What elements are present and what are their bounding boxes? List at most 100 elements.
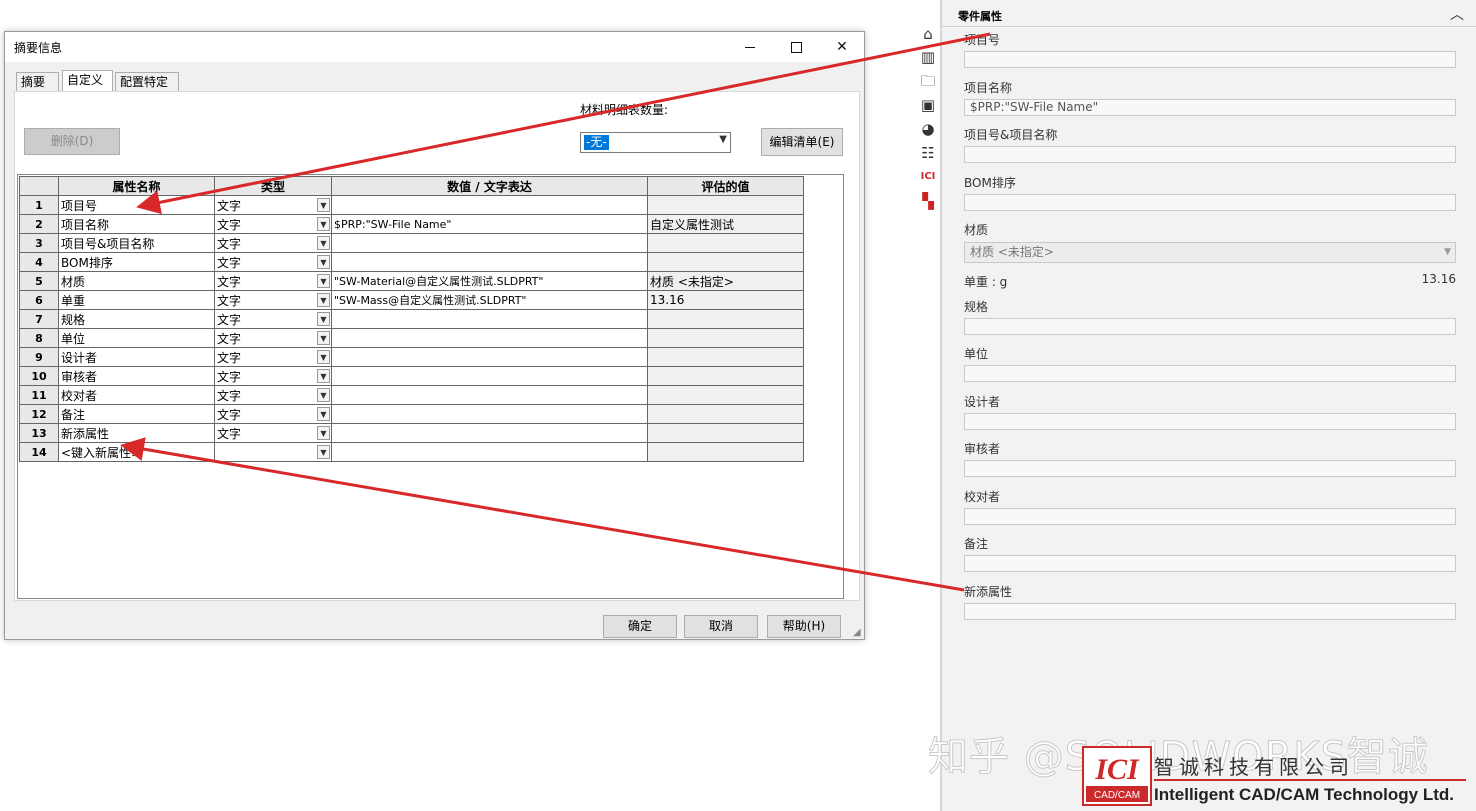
chevron-down-icon[interactable]: ▼ (317, 312, 330, 326)
row-number[interactable]: 12 (19, 404, 59, 424)
field-designer[interactable] (964, 413, 1456, 430)
property-name-cell[interactable]: 项目号 (58, 195, 215, 215)
chevron-down-icon[interactable]: ▼ (317, 331, 330, 345)
value-cell[interactable] (331, 385, 648, 405)
field-item-number[interactable] (964, 51, 1456, 68)
property-name-cell[interactable]: 新添属性 (58, 423, 215, 443)
minimize-button[interactable] (727, 32, 773, 62)
type-cell[interactable]: 文字 ▼ (214, 404, 332, 424)
type-cell[interactable]: 文字 ▼ (214, 214, 332, 234)
solidworks-forum-icon[interactable]: ▚ (917, 191, 939, 211)
type-cell[interactable]: 文字 ▼ (214, 423, 332, 443)
dialog-titlebar[interactable]: 摘要信息 ✕ (5, 32, 864, 62)
type-cell[interactable]: 文字 ▼ (214, 271, 332, 291)
property-name-cell[interactable]: <键入新属性> (58, 442, 215, 462)
bom-quantity-select[interactable]: -无- ▼ (580, 132, 731, 153)
row-number[interactable]: 6 (19, 290, 59, 310)
chevron-down-icon[interactable]: ▼ (317, 426, 330, 440)
corner-header[interactable] (19, 176, 59, 196)
property-name-cell[interactable]: 备注 (58, 404, 215, 424)
chevron-down-icon[interactable]: ▼ (317, 255, 330, 269)
chevron-down-icon[interactable]: ▼ (317, 293, 330, 307)
view-palette-icon[interactable]: ▣ (917, 95, 939, 115)
value-cell[interactable] (331, 233, 648, 253)
chevron-up-icon[interactable]: ︿ (1450, 4, 1464, 24)
tab-config-specific[interactable]: 配置特定 (115, 72, 179, 91)
chevron-down-icon[interactable]: ▼ (317, 217, 330, 231)
resize-grip-icon[interactable]: ◢ (853, 628, 863, 638)
value-cell[interactable]: "SW-Mass@自定义属性测试.SLDPRT" (331, 290, 648, 310)
tab-custom[interactable]: 自定义 (62, 70, 113, 91)
type-cell[interactable]: 文字 ▼ (214, 195, 332, 215)
type-cell[interactable]: 文字 ▼ (214, 385, 332, 405)
row-number[interactable]: 7 (19, 309, 59, 329)
ici-addin-icon[interactable]: ICI (917, 167, 939, 187)
field-bom-order[interactable] (964, 194, 1456, 211)
appearances-icon[interactable]: ◕ (917, 119, 939, 139)
type-cell[interactable]: 文字 ▼ (214, 290, 332, 310)
value-cell[interactable] (331, 252, 648, 272)
property-name-cell[interactable]: 项目号&项目名称 (58, 233, 215, 253)
ok-button[interactable]: 确定 (603, 615, 677, 638)
column-header-evaluated[interactable]: 评估的值 (647, 176, 804, 196)
column-header-property-name[interactable]: 属性名称 (58, 176, 215, 196)
row-number[interactable]: 9 (19, 347, 59, 367)
value-cell[interactable] (331, 328, 648, 348)
maximize-button[interactable] (773, 32, 819, 62)
row-number[interactable]: 5 (19, 271, 59, 291)
field-reviewer[interactable] (964, 460, 1456, 477)
field-unit[interactable] (964, 365, 1456, 382)
row-number[interactable]: 14 (19, 442, 59, 462)
property-name-cell[interactable]: 设计者 (58, 347, 215, 367)
value-cell[interactable]: $PRP:"SW-File Name" (331, 214, 648, 234)
value-cell[interactable] (331, 442, 648, 462)
row-number[interactable]: 2 (19, 214, 59, 234)
property-name-cell[interactable]: 项目名称 (58, 214, 215, 234)
value-cell[interactable] (331, 366, 648, 386)
field-item-name[interactable]: $PRP:"SW-File Name" (964, 99, 1456, 116)
value-cell[interactable] (331, 423, 648, 443)
panel-header[interactable]: 零件属性 ︿ (942, 0, 1476, 27)
chevron-down-icon[interactable]: ▼ (317, 198, 330, 212)
value-cell[interactable] (331, 195, 648, 215)
field-item-number-name[interactable] (964, 146, 1456, 163)
property-name-cell[interactable]: 单位 (58, 328, 215, 348)
home-icon[interactable]: ⌂ (917, 24, 939, 44)
value-cell[interactable] (331, 309, 648, 329)
row-number[interactable]: 8 (19, 328, 59, 348)
row-number[interactable]: 10 (19, 366, 59, 386)
row-number[interactable]: 3 (19, 233, 59, 253)
property-name-cell[interactable]: 审核者 (58, 366, 215, 386)
chevron-down-icon[interactable]: ▼ (317, 445, 330, 459)
type-cell[interactable]: ▼ (214, 442, 332, 462)
property-name-cell[interactable]: 材质 (58, 271, 215, 291)
type-cell[interactable]: 文字 ▼ (214, 309, 332, 329)
type-cell[interactable]: 文字 ▼ (214, 252, 332, 272)
property-name-cell[interactable]: 规格 (58, 309, 215, 329)
chevron-down-icon[interactable]: ▼ (317, 236, 330, 250)
close-button[interactable]: ✕ (819, 32, 865, 62)
delete-button[interactable]: 删除(D) (24, 128, 120, 155)
property-name-cell[interactable]: 单重 (58, 290, 215, 310)
row-number[interactable]: 13 (19, 423, 59, 443)
chevron-down-icon[interactable]: ▼ (317, 350, 330, 364)
field-new-property[interactable] (964, 603, 1456, 620)
value-cell[interactable] (331, 347, 648, 367)
field-spec[interactable] (964, 318, 1456, 335)
value-cell[interactable] (331, 404, 648, 424)
field-checker[interactable] (964, 508, 1456, 525)
parts-library-icon[interactable]: ▥ (917, 47, 939, 67)
chevron-down-icon[interactable]: ▼ (317, 369, 330, 383)
property-name-cell[interactable]: BOM排序 (58, 252, 215, 272)
row-number[interactable]: 11 (19, 385, 59, 405)
value-cell[interactable]: "SW-Material@自定义属性测试.SLDPRT" (331, 271, 648, 291)
chevron-down-icon[interactable]: ▼ (317, 388, 330, 402)
column-header-value[interactable]: 数值 / 文字表达 (331, 176, 648, 196)
field-material-select[interactable]: 材质 <未指定> ▼ (964, 242, 1456, 263)
column-header-type[interactable]: 类型 (214, 176, 332, 196)
type-cell[interactable]: 文字 ▼ (214, 347, 332, 367)
cancel-button[interactable]: 取消 (684, 615, 758, 638)
chevron-down-icon[interactable]: ▼ (317, 274, 330, 288)
property-name-cell[interactable]: 校对者 (58, 385, 215, 405)
edit-list-button[interactable]: 编辑清单(E) (761, 128, 843, 156)
